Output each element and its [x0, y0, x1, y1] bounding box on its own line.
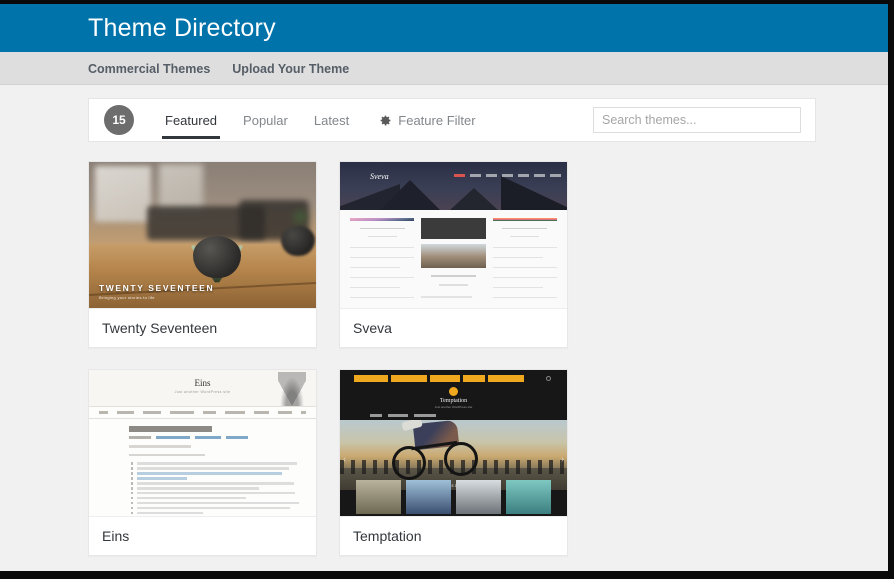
tab-latest-label: Latest [314, 113, 349, 128]
tab-popular-label: Popular [243, 113, 288, 128]
overlay-tagline: Bringing your stories to life [99, 295, 214, 300]
temptation-tagline: Just another WordPress site [340, 405, 567, 409]
theme-screenshot-eins: Eins Just another WordPress site [89, 370, 316, 516]
theme-card-eins[interactable]: Eins Just another WordPress site [88, 369, 317, 556]
feature-filter-button[interactable]: Feature Filter [362, 98, 488, 142]
temptation-logo: Temptation Just another WordPress site [340, 387, 567, 409]
theme-name-label: Temptation [340, 516, 567, 555]
sveva-nav [454, 174, 561, 177]
page-title: Theme Directory [88, 14, 276, 43]
theme-card-sveva[interactable]: Sveva [339, 161, 568, 348]
theme-card-twenty-seventeen[interactable]: TWENTY SEVENTEEN Bringing your stories t… [88, 161, 317, 348]
window-bottom-edge [0, 571, 894, 579]
theme-name-label: Sveva [340, 308, 567, 347]
sveva-logo: Sveva [370, 172, 389, 181]
theme-card-temptation[interactable]: Temptation Just another WordPress site [339, 369, 568, 556]
theme-directory-page: Theme Directory Commercial Themes Upload… [0, 0, 894, 579]
temptation-logo-text: Temptation [340, 398, 567, 404]
tab-featured-label: Featured [165, 113, 217, 128]
search-container [593, 107, 801, 133]
theme-screenshot-twenty-seventeen: TWENTY SEVENTEEN Bringing your stories t… [89, 162, 316, 308]
theme-count-badge: 15 [104, 105, 134, 135]
carousel-next-icon[interactable]: › [561, 454, 564, 464]
theme-screenshot-temptation: Temptation Just another WordPress site [340, 370, 567, 516]
filter-tabs: Featured Popular Latest Feature Filter [152, 98, 489, 142]
search-input[interactable] [593, 107, 801, 133]
eins-site-title: Eins [89, 378, 316, 388]
window-right-edge [888, 0, 894, 579]
temptation-menu [370, 414, 436, 417]
subnav-item-upload-your-theme[interactable]: Upload Your Theme [232, 62, 349, 76]
tab-featured[interactable]: Featured [152, 98, 230, 142]
temptation-top-nav [354, 375, 524, 382]
carousel-prev-icon[interactable]: ‹ [343, 454, 346, 464]
theme-screenshot-sveva: Sveva [340, 162, 567, 308]
tab-popular[interactable]: Popular [230, 98, 301, 142]
search-icon [546, 376, 551, 381]
screenshot-overlay-caption: TWENTY SEVENTEEN Bringing your stories t… [99, 283, 214, 300]
feature-filter-label: Feature Filter [398, 113, 475, 128]
theme-name-label: Twenty Seventeen [89, 308, 316, 347]
site-header: Theme Directory [0, 4, 888, 52]
temptation-thumbnails [356, 480, 551, 514]
gear-icon [379, 114, 392, 127]
theme-name-label: Eins [89, 516, 316, 555]
sub-navigation-bar: Commercial Themes Upload Your Theme [0, 52, 888, 85]
overlay-title: TWENTY SEVENTEEN [99, 283, 214, 293]
eins-site-tagline: Just another WordPress site [89, 390, 316, 394]
theme-grid: TWENTY SEVENTEEN Bringing your stories t… [88, 161, 818, 579]
theme-filter-bar: 15 Featured Popular Latest Feature Filte… [88, 98, 816, 142]
eins-nav [89, 406, 316, 419]
tab-latest[interactable]: Latest [301, 98, 362, 142]
subnav-item-commercial-themes[interactable]: Commercial Themes [88, 62, 210, 76]
